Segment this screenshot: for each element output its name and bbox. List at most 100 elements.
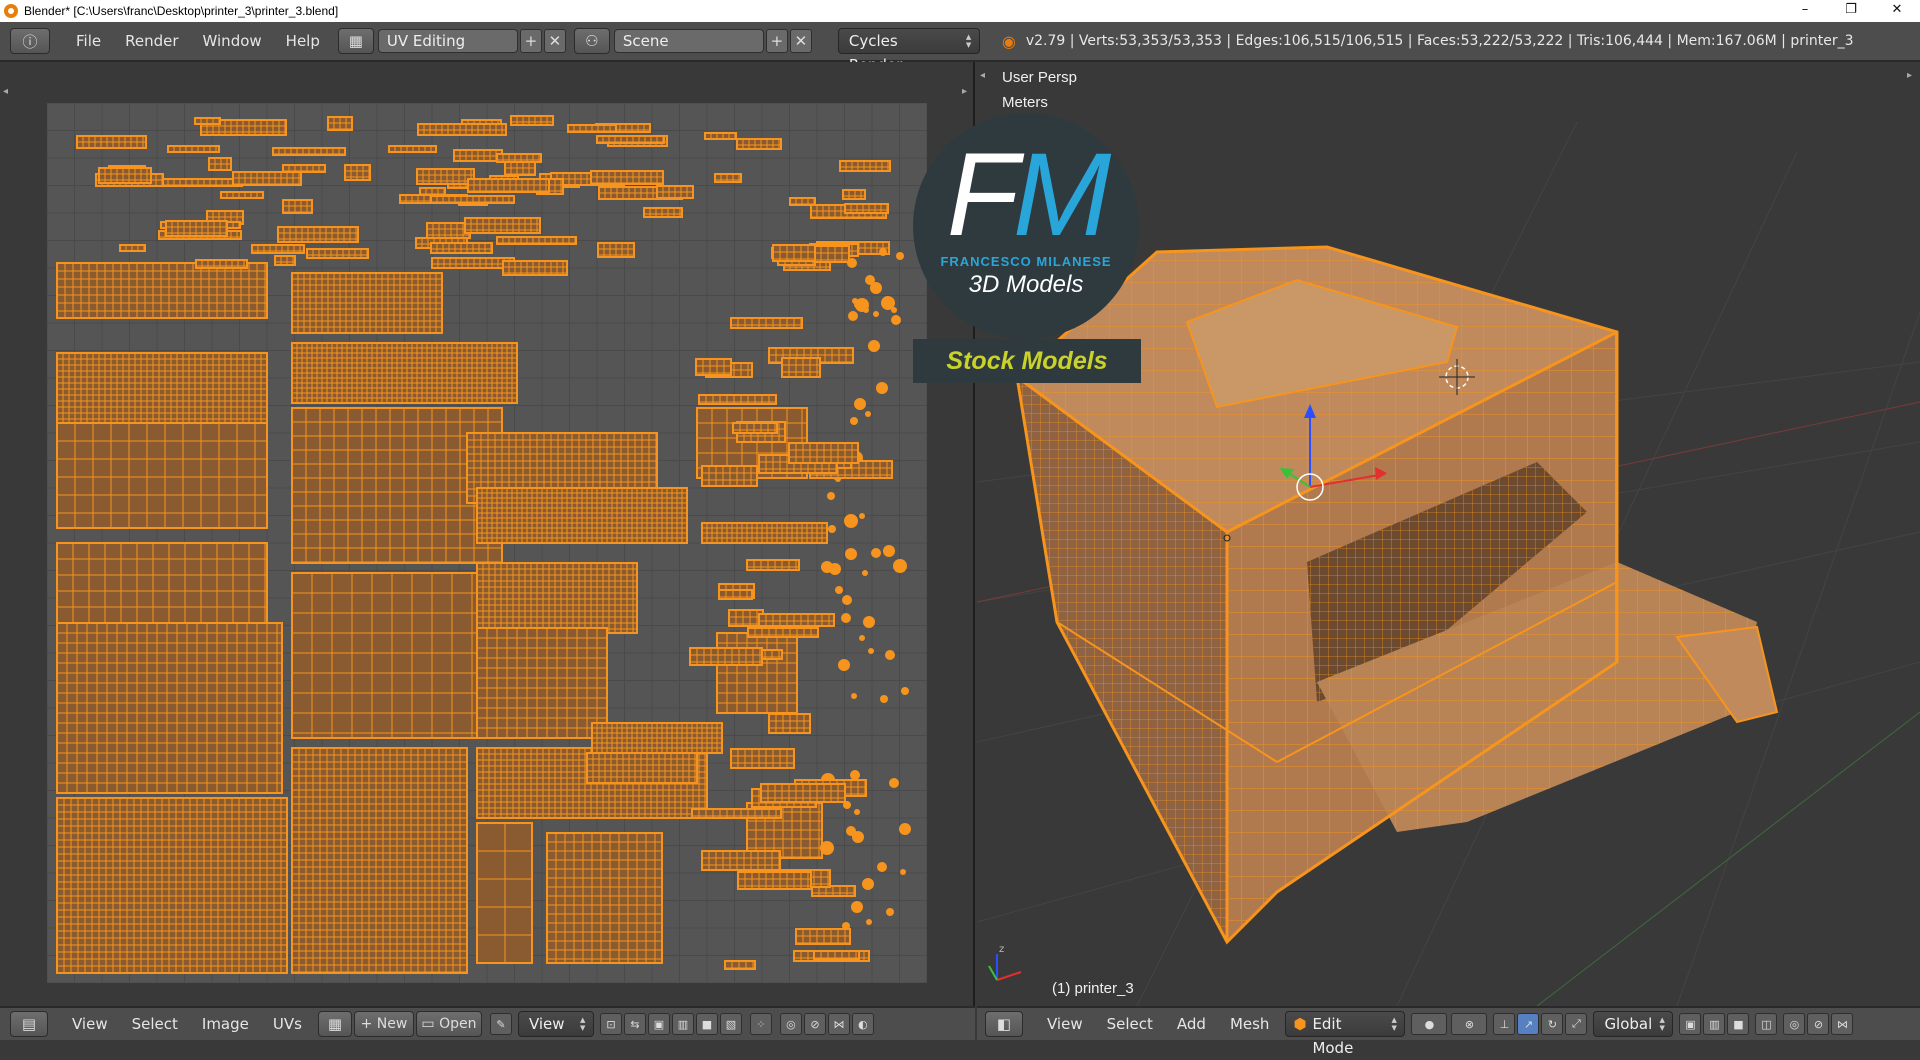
uv-island[interactable] [119,244,146,252]
uv-island[interactable] [167,145,220,153]
uv-island[interactable] [232,171,302,186]
pin-icon[interactable]: ✎ [489,1013,512,1035]
uv-island[interactable] [195,259,248,269]
uv-island[interactable] [282,199,313,214]
uv-island[interactable] [862,878,874,890]
pivot-point-icon[interactable]: ⊗ [1451,1013,1488,1035]
uv-island[interactable] [852,298,858,304]
menu-render[interactable]: Render [113,32,190,50]
uv-island[interactable] [820,841,834,855]
add-layout-button[interactable]: + [519,29,542,53]
uv-island[interactable] [453,149,503,162]
vertex-select-mode-icon[interactable]: ▣ [1679,1013,1702,1035]
uv-island[interactable] [714,173,742,183]
uv-island[interactable] [885,650,895,660]
remove-scene-button[interactable]: ✕ [789,29,812,53]
menu-uvs[interactable]: UVs [261,1015,314,1033]
uv-island[interactable] [781,357,821,378]
uv-island[interactable] [291,747,468,974]
editor-type-info-button[interactable]: ⓘ [10,28,50,54]
uv-island[interactable] [502,260,568,276]
uv-island[interactable] [795,928,851,945]
uv-island[interactable] [476,627,608,739]
scale-manipulator-icon[interactable]: ⤢ [1565,1013,1588,1035]
uv-island[interactable] [844,203,889,214]
restore-button[interactable]: ❐ [1828,0,1874,22]
face-select-icon[interactable]: ■ [695,1013,718,1035]
uv-island[interactable] [282,164,326,173]
uv-island[interactable] [344,164,371,181]
uv-island[interactable] [586,752,698,784]
uv-island[interactable] [656,185,694,199]
uv-island[interactable] [732,422,778,434]
uv-island[interactable] [716,632,798,714]
uv-island[interactable] [704,132,737,140]
manipulator-toggle-icon[interactable]: ⊥ [1493,1013,1516,1035]
uv-island[interactable] [76,135,147,149]
snap-icon[interactable]: ⊘ [803,1013,826,1035]
menu-window[interactable]: Window [191,32,274,50]
uv-island[interactable] [850,417,858,425]
uv-island[interactable] [896,252,904,260]
uv-island[interactable] [828,525,836,533]
uv-island[interactable] [839,160,891,172]
uv-island[interactable] [698,394,777,405]
scene-field[interactable]: Scene [613,29,764,53]
uv-island[interactable] [899,823,911,835]
uv-island[interactable] [590,170,664,185]
uv-island[interactable] [689,647,763,666]
uv-island[interactable] [865,411,871,417]
uv-island[interactable] [848,311,858,321]
sync-selection-icon[interactable]: ⇆ [623,1013,646,1035]
uv-island[interactable] [889,778,899,788]
uv-island[interactable] [165,220,228,237]
uv-island[interactable] [854,398,866,410]
uv-island[interactable] [846,826,856,836]
menu-help[interactable]: Help [274,32,332,50]
uv-island[interactable] [876,382,888,394]
mode-dropdown[interactable]: ⬢ Edit Mode [1285,1011,1406,1057]
proportional-edit-icon[interactable]: ◎ [1783,1013,1806,1035]
uv-island[interactable] [496,236,577,245]
uv-island[interactable] [877,862,887,872]
scene-selector-button[interactable]: ⚇ [573,28,610,54]
screen-layout-button[interactable]: ▦ [337,28,374,54]
uv-island[interactable] [901,687,909,695]
uv-island[interactable] [868,340,880,352]
close-button[interactable]: ✕ [1874,0,1920,22]
uv-island[interactable] [476,822,533,964]
region-toggle-icon[interactable]: ◂ [3,86,8,97]
uv-island[interactable] [56,262,268,319]
uv-island[interactable] [821,561,833,573]
uv-island[interactable] [251,244,305,254]
island-select-icon[interactable]: ▧ [719,1013,742,1035]
uv-island[interactable] [417,123,507,136]
remove-layout-button[interactable]: ✕ [543,29,566,53]
transform-orientation-dropdown[interactable]: Global [1593,1011,1674,1037]
new-image-button[interactable]: + New [353,1011,414,1037]
sticky-mode-icon[interactable]: ⁘ [749,1013,772,1035]
uv-island[interactable] [886,908,894,916]
menu-select[interactable]: Select [1095,1015,1165,1033]
uv-island[interactable] [758,613,835,627]
uv-island[interactable] [873,311,879,317]
uv-island[interactable] [863,307,869,313]
uv-island[interactable] [701,522,828,544]
uv-island[interactable] [416,168,475,185]
uv-sculpt-icon[interactable]: ◐ [851,1013,874,1035]
uv-island[interactable] [306,248,369,259]
uv-island[interactable] [643,207,683,218]
uv-island[interactable] [597,242,635,258]
menu-view[interactable]: View [60,1015,120,1033]
uv-island[interactable] [467,178,550,193]
uv-island[interactable] [464,217,541,234]
uv-island[interactable] [496,153,542,163]
edge-select-icon[interactable]: ▥ [671,1013,694,1035]
uv-island[interactable] [772,244,816,262]
uv-island[interactable] [883,545,895,557]
menu-view[interactable]: View [1035,1015,1095,1033]
rotate-manipulator-icon[interactable]: ↻ [1541,1013,1564,1035]
uv-island[interactable] [728,609,764,627]
uv-island[interactable] [863,616,875,628]
uv-island[interactable] [220,191,264,199]
